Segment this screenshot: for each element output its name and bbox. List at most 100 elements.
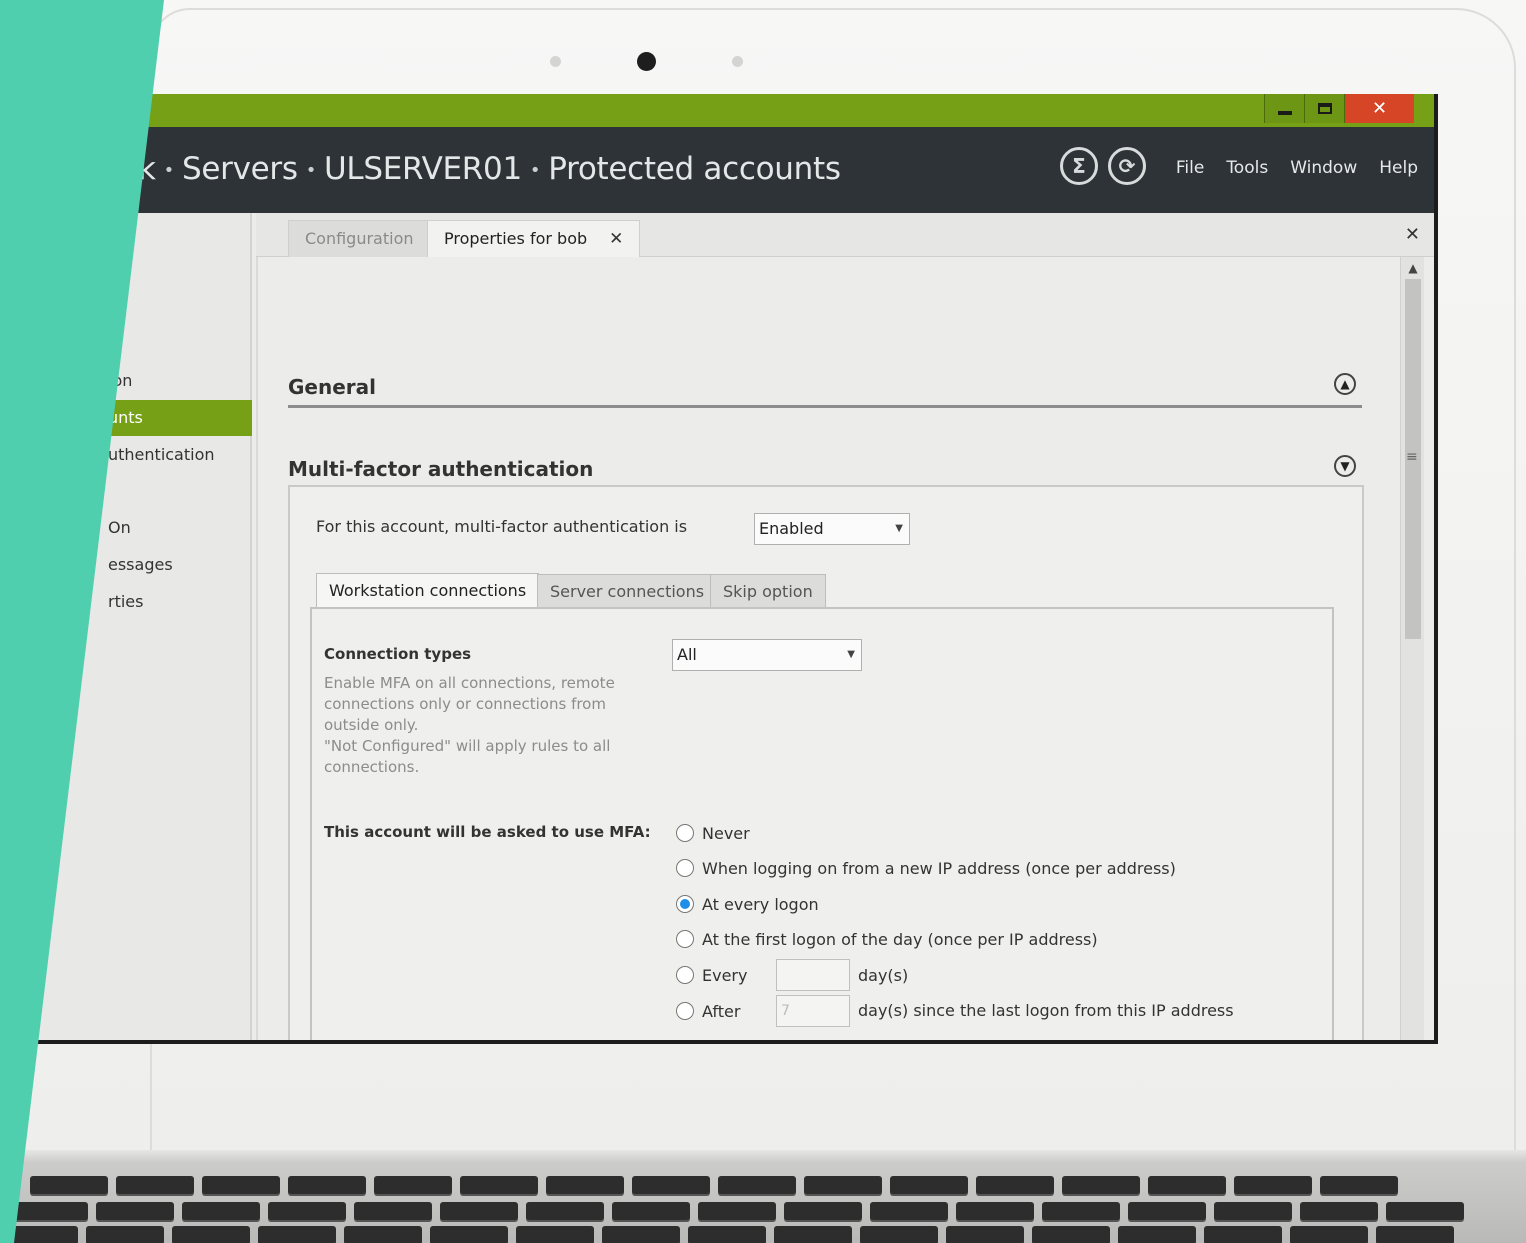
tab-properties-for-bob[interactable]: Properties for bob ✕ <box>427 220 641 258</box>
key <box>354 1202 432 1220</box>
key <box>182 1202 260 1220</box>
expand-mfa-icon[interactable]: ▼ <box>1334 455 1356 477</box>
every-days-suffix: day(s) <box>858 966 909 985</box>
radio-after-days[interactable]: After <box>676 999 740 1023</box>
description-line: outside only. <box>324 716 419 734</box>
refresh-icon[interactable]: ⟳ <box>1108 147 1146 185</box>
key <box>890 1176 968 1194</box>
tab-workstation-connections[interactable]: Workstation connections <box>316 573 540 610</box>
chevron-down-icon: ▼ <box>847 649 855 660</box>
radio-every-logon[interactable]: At every logon <box>676 892 819 916</box>
key <box>460 1176 538 1194</box>
app-window: ✕ k • Servers • ULSERVER01 • Protected account… <box>30 94 1434 1040</box>
key <box>1386 1202 1464 1220</box>
mfa-frequency-label: This account will be asked to use MFA: <box>324 823 651 841</box>
after-days-input[interactable]: 7 <box>776 995 850 1027</box>
vertical-scrollbar[interactable]: ▲ ≡ <box>1400 257 1424 1040</box>
key <box>86 1226 164 1243</box>
description-line: "Not Configured" will apply rules to all <box>324 737 611 755</box>
section-divider <box>288 405 1362 408</box>
radio-first-logon-of-day[interactable]: At the first logon of the day (once per … <box>676 927 1098 951</box>
radio-new-ip[interactable]: When logging on from a new IP address (o… <box>676 856 1176 880</box>
menu-window[interactable]: Window <box>1290 158 1357 178</box>
radio-label: At the first logon of the day (once per … <box>702 929 1098 949</box>
maximize-button[interactable] <box>1304 94 1344 123</box>
section-title-general: General <box>288 375 376 399</box>
tab-server-connections[interactable]: Server connections <box>537 574 718 609</box>
radio-label: After <box>702 1001 741 1021</box>
key <box>1376 1226 1454 1243</box>
key <box>1032 1226 1110 1243</box>
radio-button[interactable] <box>676 859 694 877</box>
key <box>784 1202 862 1220</box>
key <box>1118 1226 1196 1243</box>
main-menu: File Tools Window Help <box>1176 158 1418 178</box>
radio-button[interactable] <box>676 930 694 948</box>
key <box>1062 1176 1140 1194</box>
close-tab-icon[interactable]: ✕ <box>609 229 623 249</box>
radio-button[interactable] <box>676 824 694 842</box>
sensor-dot <box>732 56 743 67</box>
breadcrumb-item[interactable]: Servers <box>182 151 298 187</box>
laptop-screen: ✕ k • Servers • ULSERVER01 • Protected account… <box>30 94 1438 1044</box>
radio-button-selected[interactable] <box>676 895 694 913</box>
key <box>1234 1176 1312 1194</box>
mfa-status-select[interactable]: Enabled ▼ <box>754 513 910 545</box>
mfa-status-label: For this account, multi-factor authentic… <box>316 517 688 536</box>
key-row <box>30 1176 1398 1194</box>
mfa-section: For this account, multi-factor authentic… <box>288 485 1364 1040</box>
after-days-suffix: day(s) since the last logon from this IP… <box>858 1001 1234 1020</box>
menu-tools[interactable]: Tools <box>1226 158 1268 178</box>
key <box>1042 1202 1120 1220</box>
description-line: connections. <box>324 758 420 776</box>
tab-configuration[interactable]: Configuration <box>288 220 431 258</box>
radio-button[interactable] <box>676 1002 694 1020</box>
radio-every-days[interactable]: Every <box>676 963 747 987</box>
radio-button[interactable] <box>676 966 694 984</box>
key <box>288 1176 366 1194</box>
radio-label: Every <box>702 965 748 985</box>
breadcrumb-item[interactable]: ULSERVER01 <box>324 151 522 187</box>
workstation-connections-panel: Connection types All ▼ Enable MFA on all … <box>310 607 1334 1040</box>
key-row <box>0 1226 1454 1243</box>
radio-never[interactable]: Never <box>676 821 750 845</box>
chevron-down-icon: ▼ <box>895 523 903 534</box>
collapse-general-icon[interactable]: ▲ <box>1334 373 1356 395</box>
key <box>430 1226 508 1243</box>
tab-skip-option[interactable]: Skip option <box>710 574 826 609</box>
mfa-status-value: Enabled <box>759 519 824 538</box>
keyboard <box>0 1168 1526 1243</box>
key <box>632 1176 710 1194</box>
key <box>440 1202 518 1220</box>
key <box>344 1226 422 1243</box>
key <box>202 1176 280 1194</box>
breadcrumb: k • Servers • ULSERVER01 • Protected accounts <box>138 151 841 187</box>
close-window-button[interactable]: ✕ <box>1344 94 1414 123</box>
key <box>956 1202 1034 1220</box>
key <box>30 1176 108 1194</box>
breadcrumb-current: Protected accounts <box>548 151 841 187</box>
key <box>1148 1176 1226 1194</box>
document-tabstrip: Configuration Properties for bob ✕ ✕ <box>256 213 1434 258</box>
key <box>1214 1202 1292 1220</box>
key <box>374 1176 452 1194</box>
close-icon: ✕ <box>1371 98 1388 119</box>
sensor-dot <box>550 56 561 67</box>
menu-file[interactable]: File <box>1176 158 1204 178</box>
title-bar: ✕ <box>30 94 1434 127</box>
key <box>1320 1176 1398 1194</box>
every-days-input[interactable] <box>776 959 850 991</box>
close-panel-icon[interactable]: ✕ <box>1405 224 1420 245</box>
menu-help[interactable]: Help <box>1379 158 1418 178</box>
key <box>860 1226 938 1243</box>
key <box>698 1202 776 1220</box>
webcam <box>637 52 656 71</box>
minimize-button[interactable] <box>1264 94 1304 123</box>
connection-types-select[interactable]: All ▼ <box>672 639 862 671</box>
key <box>774 1226 852 1243</box>
tab-label: Properties for bob <box>444 229 588 248</box>
properties-panel: General ▲ Multi-factor authentication ▼ … <box>256 257 1396 1040</box>
radio-label: Never <box>702 823 750 843</box>
scroll-up-icon[interactable]: ▲ <box>1401 257 1425 277</box>
sum-icon[interactable]: Σ <box>1060 147 1098 185</box>
